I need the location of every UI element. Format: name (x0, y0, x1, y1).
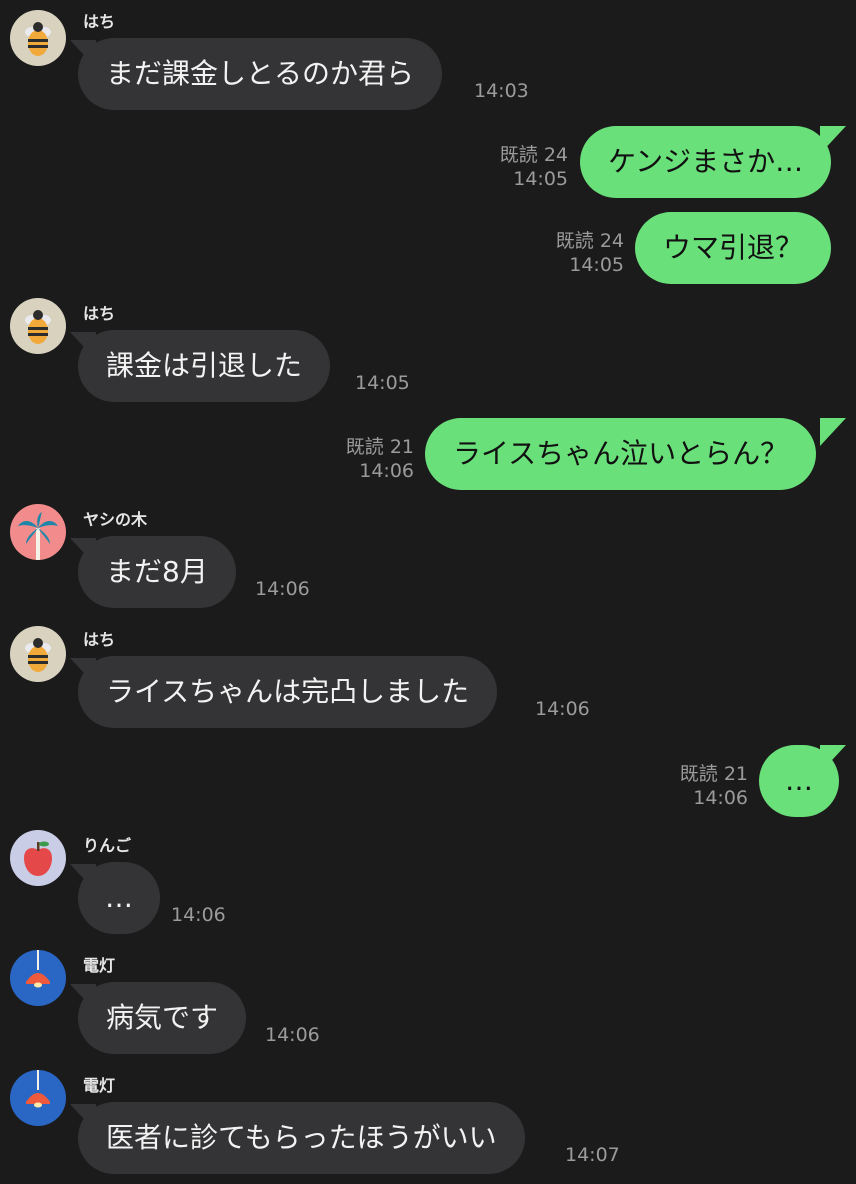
sender-name: はち (83, 630, 116, 649)
message-bubble[interactable]: まだ8月 (78, 536, 236, 608)
read-count: 既読 21 (345, 436, 414, 458)
message-bubble[interactable]: … (78, 862, 160, 934)
message-meta: 既読 24 14:05 (504, 229, 624, 277)
lamp-icon[interactable] (10, 1070, 66, 1126)
message-bubble[interactable]: ケンジまさか… (580, 126, 832, 198)
lamp-icon[interactable] (10, 950, 66, 1006)
message-time: 14:03 (474, 80, 529, 102)
bee-icon[interactable] (10, 10, 66, 66)
message-bubble[interactable]: … (759, 745, 839, 817)
message-bubble[interactable]: 医者に診てもらったほうがいい (78, 1102, 525, 1174)
bubble-tail (820, 418, 846, 446)
message-time: 14:05 (513, 168, 568, 190)
message-meta: 既読 24 14:05 (448, 143, 568, 191)
message-time: 14:07 (565, 1144, 620, 1166)
message-bubble[interactable]: まだ課金しとるのか君ら (78, 38, 443, 110)
sender-name: 電灯 (83, 956, 116, 975)
message-time: 14:06 (265, 1024, 320, 1046)
message-bubble[interactable]: ライスちゃん泣いとらん？ (425, 418, 817, 490)
read-count: 既読 24 (499, 144, 568, 166)
sender-name: りんご (83, 836, 132, 855)
message-bubble[interactable]: 病気です (78, 982, 247, 1054)
message-bubble[interactable]: 課金は引退した (78, 330, 331, 402)
palm-tree-icon[interactable] (10, 504, 66, 560)
sender-name: 電灯 (83, 1076, 116, 1095)
message-time: 14:06 (535, 698, 590, 720)
message-time: 14:05 (355, 372, 410, 394)
sender-name: はち (83, 12, 116, 31)
sender-name: はち (83, 304, 116, 323)
message-time: 14:05 (569, 254, 624, 276)
message-time: 14:06 (693, 787, 748, 809)
message-bubble[interactable]: ライスちゃんは完凸しました (78, 656, 498, 728)
read-count: 既読 24 (555, 230, 624, 252)
apple-icon[interactable] (10, 830, 66, 886)
bee-icon[interactable] (10, 626, 66, 682)
message-meta: 既読 21 14:06 (628, 762, 748, 810)
message-time: 14:06 (171, 904, 226, 926)
sender-name: ヤシの木 (83, 510, 148, 529)
read-count: 既読 21 (679, 763, 748, 785)
message-meta: 既読 21 14:06 (294, 435, 414, 483)
message-time: 14:06 (359, 460, 414, 482)
message-bubble[interactable]: ウマ引退？ (635, 212, 832, 284)
bee-icon[interactable] (10, 298, 66, 354)
message-time: 14:06 (255, 578, 310, 600)
